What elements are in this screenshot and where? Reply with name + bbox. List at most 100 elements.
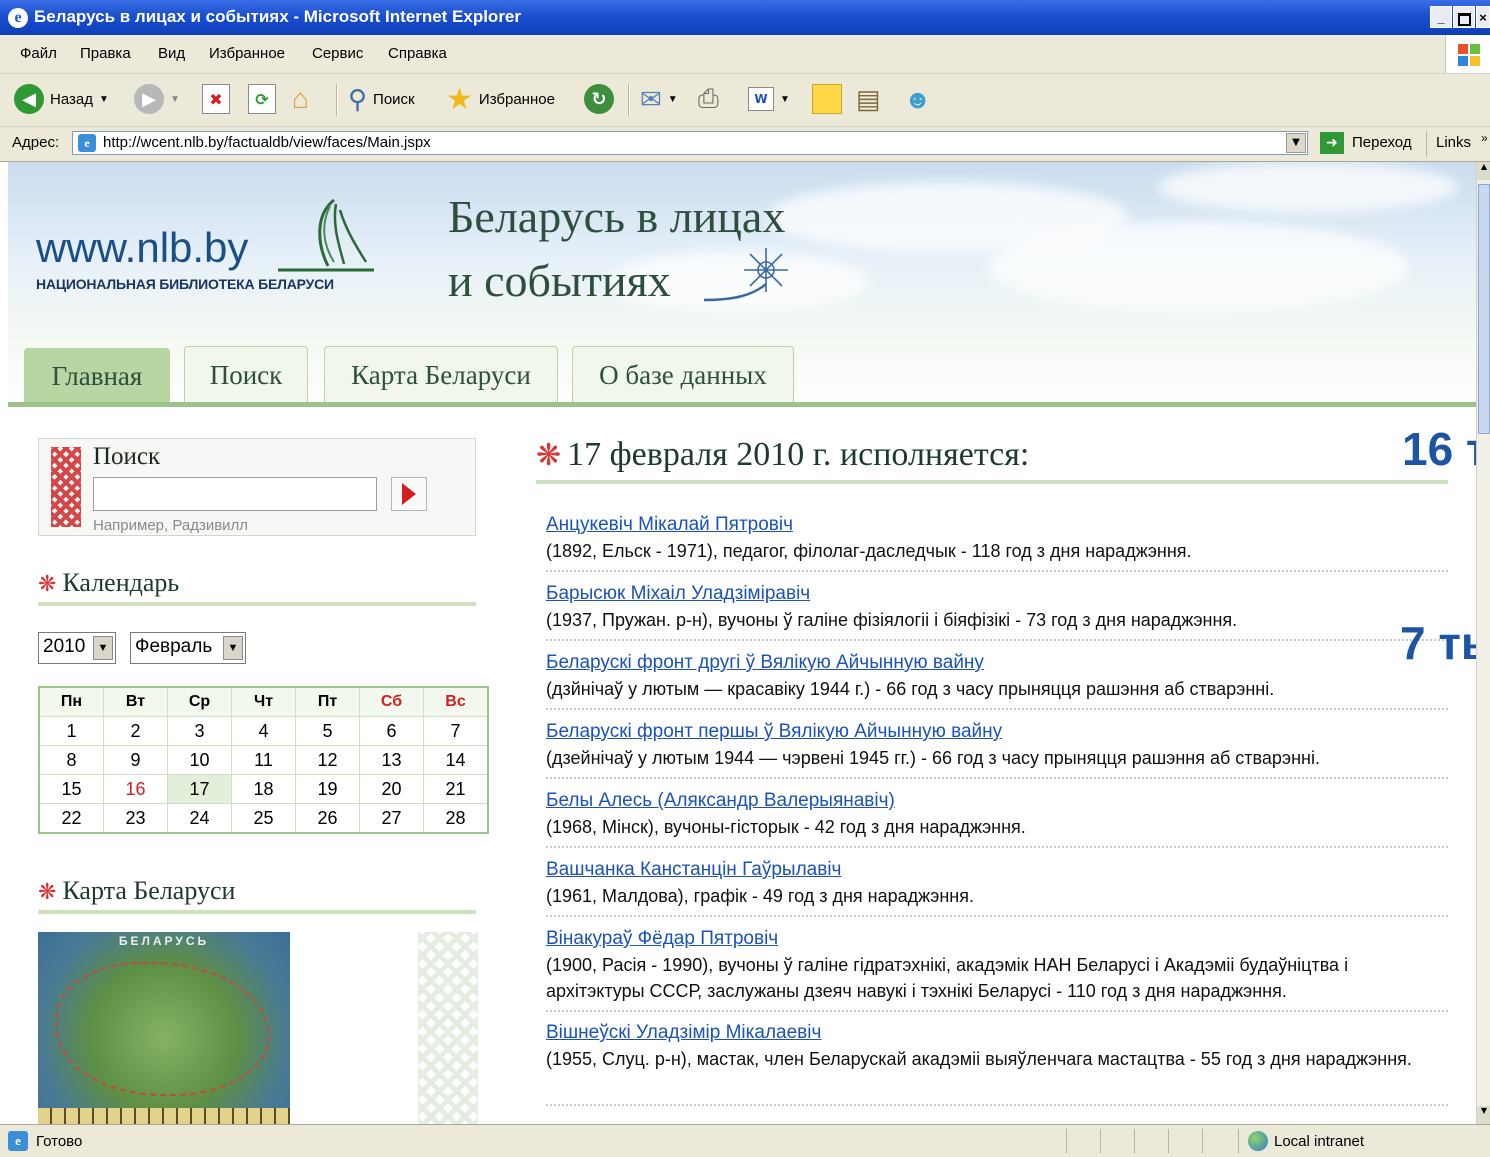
entry-separator: [546, 1010, 1448, 1012]
month-select[interactable]: Февраль ▼: [130, 632, 246, 664]
calendar-day[interactable]: 7: [423, 716, 489, 746]
vertical-scrollbar[interactable]: ▲ ▼: [1476, 162, 1490, 1124]
refresh-icon: ⟳: [248, 84, 276, 114]
print-button[interactable]: ⎙: [698, 82, 719, 116]
calendar-day[interactable]: 8: [38, 745, 104, 775]
address-input[interactable]: e http://wcent.nlb.by/factualdb/view/fac…: [72, 131, 1308, 155]
research-button[interactable]: ▤: [856, 82, 881, 116]
forward-button[interactable]: ▶ ▼: [134, 82, 180, 116]
go-button[interactable]: Переход: [1352, 134, 1412, 151]
search-label: Поиск: [373, 90, 415, 108]
calendar-day[interactable]: 9: [103, 745, 168, 775]
search-title: Поиск: [93, 443, 161, 470]
calendar-day[interactable]: 17: [167, 774, 232, 804]
calendar-day[interactable]: 22: [38, 803, 104, 834]
scroll-up-icon[interactable]: ▲: [1477, 162, 1490, 180]
calendar-day[interactable]: 24: [167, 803, 232, 834]
flower-icon: ❋: [38, 879, 57, 904]
calendar-day[interactable]: 25: [231, 803, 296, 834]
links-button[interactable]: Links: [1436, 134, 1471, 151]
anniversary-link[interactable]: Вішнеўскі Уладзімір Мікалаевіч: [546, 1022, 821, 1044]
tab-about[interactable]: О базе данных: [572, 346, 794, 404]
search-submit-button[interactable]: [391, 477, 427, 511]
calendar-day[interactable]: 4: [231, 716, 296, 746]
anniversaries-heading: ❋ 17 февраля 2010 г. исполняется:: [536, 436, 1029, 474]
menu-tools[interactable]: Сервис: [312, 45, 363, 62]
calendar-day[interactable]: 13: [359, 745, 424, 775]
menu-edit[interactable]: Правка: [80, 45, 131, 62]
chevron-down-icon: ▼: [780, 93, 790, 105]
anniversary-link[interactable]: Беларускі фронт першы ў Вялікую Айчынную…: [546, 721, 1002, 743]
anniversary-link[interactable]: Беларускі фронт другі ў Вялікую Айчынную…: [546, 652, 984, 674]
messenger-button[interactable]: ☻: [904, 82, 931, 116]
calendar-day[interactable]: 2: [103, 716, 168, 746]
windows-logo-icon: [1445, 35, 1490, 73]
scroll-down-icon[interactable]: ▼: [1477, 1106, 1490, 1124]
favorites-label: Избранное: [478, 90, 555, 108]
calendar-day[interactable]: 1: [38, 716, 104, 746]
calendar-day[interactable]: 26: [295, 803, 360, 834]
home-button[interactable]: ⌂: [292, 82, 309, 116]
close-button[interactable]: ×: [1476, 6, 1490, 28]
toolbar: ◀ Назад ▼ ▶ ▼ ✖ ⟳ ⌂ ⚲ Поиск ★ Избранное …: [0, 74, 1490, 127]
anniversary-link[interactable]: Вінакураў Фёдар Пятровіч: [546, 928, 778, 950]
menu-view[interactable]: Вид: [158, 45, 185, 62]
calendar-day[interactable]: 15: [38, 774, 104, 804]
favorites-button[interactable]: ★ Избранное: [446, 82, 555, 116]
calendar-day[interactable]: 18: [231, 774, 296, 804]
minimize-button[interactable]: _: [1430, 6, 1452, 28]
home-icon: ⌂: [292, 83, 309, 114]
search-button[interactable]: ⚲ Поиск: [348, 82, 415, 116]
calendar-day[interactable]: 14: [423, 745, 489, 775]
calendar-day[interactable]: 20: [359, 774, 424, 804]
calendar-day[interactable]: 3: [167, 716, 232, 746]
maximize-button[interactable]: [1453, 6, 1475, 28]
calendar-weekday: Пн: [38, 686, 104, 717]
anniversary-description: (1955, Слуц. р-н), мастак, член Беларуск…: [546, 1049, 1412, 1069]
chevron-right-icon[interactable]: »: [1481, 131, 1488, 145]
notes-button[interactable]: [812, 82, 842, 116]
calendar-day[interactable]: 19: [295, 774, 360, 804]
search-input[interactable]: [93, 477, 377, 511]
calendar-day[interactable]: 10: [167, 745, 232, 775]
calendar-day[interactable]: 16: [103, 774, 168, 804]
chevron-down-icon: ▼: [667, 93, 678, 105]
go-arrow-icon[interactable]: ➜: [1320, 132, 1344, 154]
nlb-logo-name: НАЦИОНАЛЬНАЯ БИБЛИОТЕКА БЕЛАРУСИ: [36, 276, 334, 292]
calendar-day[interactable]: 23: [103, 803, 168, 834]
refresh-button[interactable]: ⟳: [248, 82, 276, 116]
menu-file[interactable]: Файл: [20, 45, 57, 62]
nlb-logo-url[interactable]: www.nlb.by: [36, 224, 248, 272]
scroll-thumb[interactable]: [1478, 184, 1490, 434]
anniversary-link[interactable]: Белы Алесь (Аляксандр Валерыянавіч): [546, 790, 895, 812]
edit-button[interactable]: W ▼: [748, 82, 790, 116]
tab-map[interactable]: Карта Беларуси: [324, 346, 558, 404]
map-title: Карта Беларуси: [62, 876, 236, 905]
menu-help[interactable]: Справка: [388, 45, 447, 62]
tab-home[interactable]: Главная: [24, 348, 170, 404]
anniversary-link[interactable]: Анцукевіч Мікалай Пятровіч: [546, 514, 793, 536]
calendar-day[interactable]: 12: [295, 745, 360, 775]
calendar-weekday: Сб: [359, 686, 424, 717]
address-dropdown-button[interactable]: ▼: [1286, 133, 1306, 153]
address-url: http://wcent.nlb.by/factualdb/view/faces…: [103, 134, 431, 151]
menu-favorites[interactable]: Избранное: [209, 45, 285, 62]
belarus-map-image[interactable]: БЕЛАРУСЬ: [38, 932, 290, 1124]
year-select[interactable]: 2010 ▼: [38, 632, 116, 664]
calendar-grid: Пн Вт Ср Чт Пт Сб Вс 1 2 3 4 5 6 7 8 9 10 11 12 13 14 15 16 17…: [38, 686, 489, 834]
mail-button[interactable]: ✉ ▼: [640, 82, 678, 116]
calendar-day[interactable]: 28: [423, 803, 489, 834]
tab-search[interactable]: Поиск: [184, 346, 308, 404]
back-button[interactable]: ◀ Назад ▼: [14, 82, 109, 116]
calendar-day[interactable]: 6: [359, 716, 424, 746]
entry-separator: [546, 1104, 1448, 1106]
calendar-day[interactable]: 5: [295, 716, 360, 746]
calendar-day[interactable]: 21: [423, 774, 489, 804]
back-label: Назад: [50, 90, 93, 108]
calendar-day[interactable]: 11: [231, 745, 296, 775]
calendar-day[interactable]: 27: [359, 803, 424, 834]
history-button[interactable]: ↻: [584, 82, 614, 116]
anniversary-link[interactable]: Барысюк Міхаіл Уладзіміравіч: [546, 583, 810, 605]
anniversary-link[interactable]: Вашчанка Канстанцін Гаўрылавіч: [546, 859, 841, 881]
stop-button[interactable]: ✖: [202, 82, 230, 116]
